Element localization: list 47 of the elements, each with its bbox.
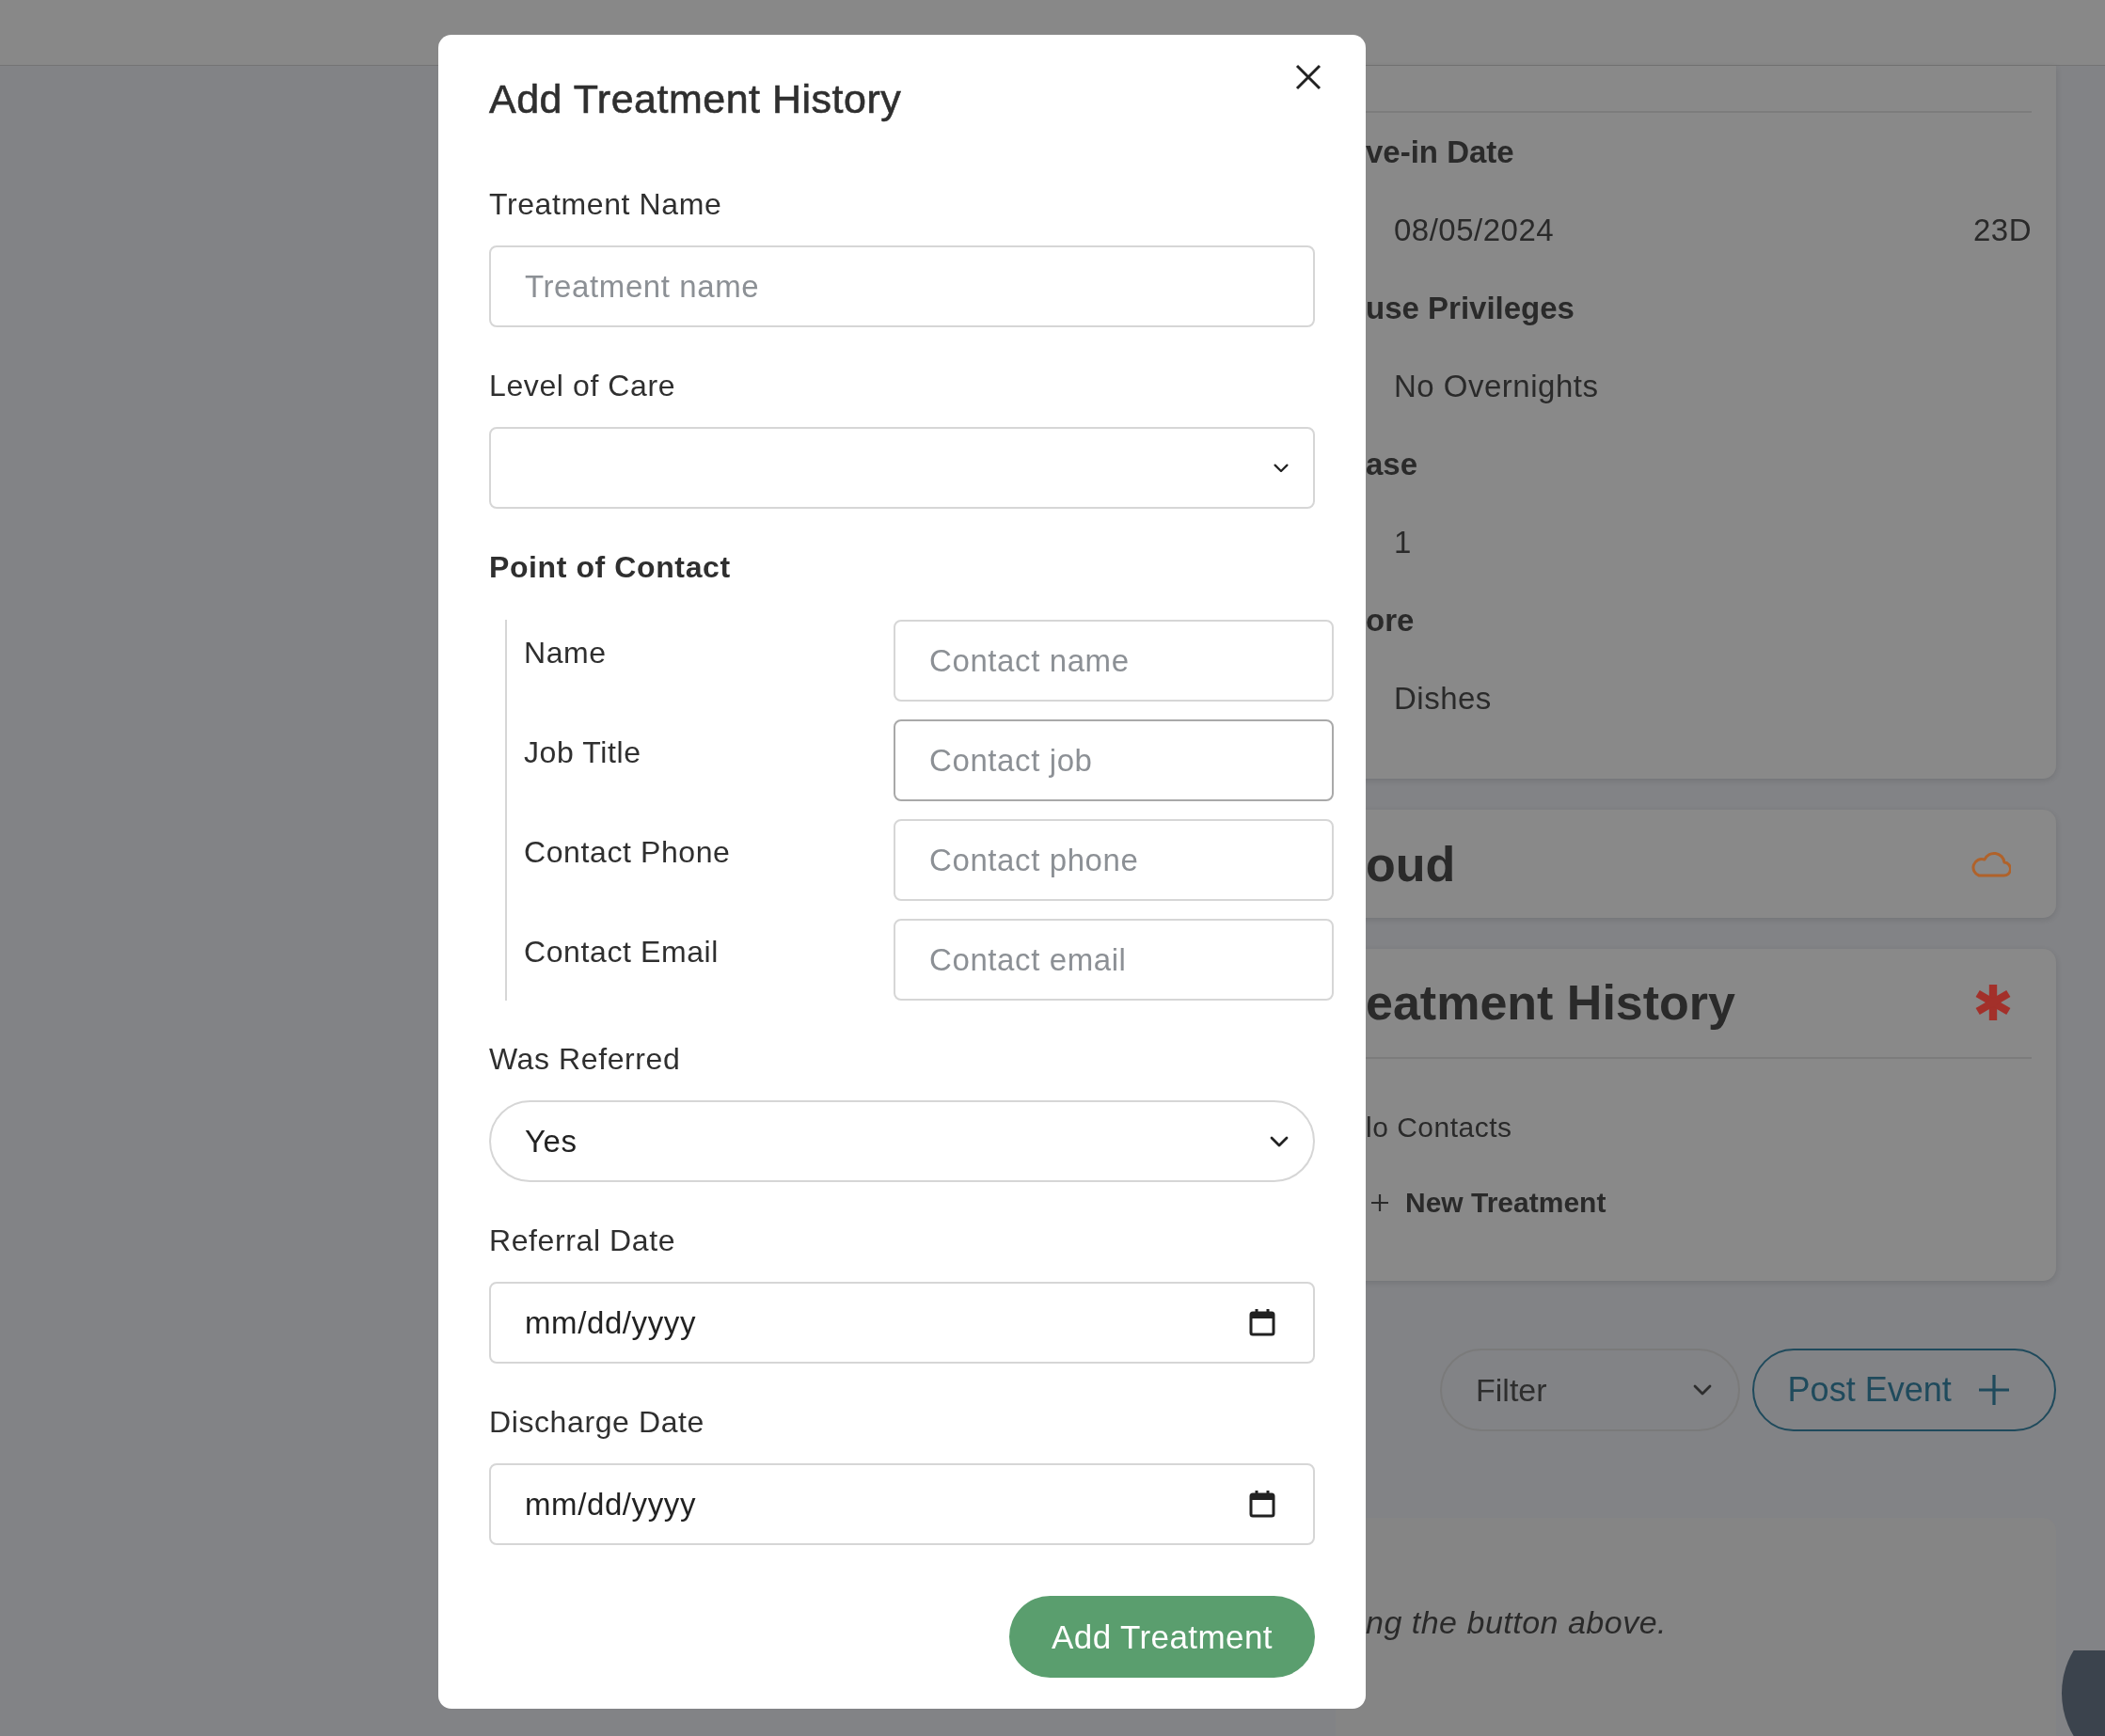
field-label: Discharge Date bbox=[489, 1404, 705, 1441]
post-event-button[interactable]: Post Event bbox=[1751, 1349, 2056, 1431]
select-field[interactable] bbox=[489, 427, 1315, 509]
dialog-title: Add Treatment History bbox=[489, 75, 902, 123]
field-label: Contact Phone bbox=[523, 834, 731, 871]
chevron-icon bbox=[1692, 1384, 1712, 1396]
section-heading: Point of Contact bbox=[489, 549, 732, 586]
field-label: Level of Care bbox=[489, 368, 677, 404]
duration-value: 23D bbox=[1972, 212, 2032, 249]
add-treatment-button[interactable]: Add Treatment bbox=[1009, 1596, 1315, 1678]
field-label: ore bbox=[1366, 602, 1416, 639]
plus-icon bbox=[1371, 1194, 1388, 1211]
asterisk-icon bbox=[1975, 985, 2011, 1020]
calendar-icon bbox=[1249, 1308, 1275, 1336]
field-value: 1 bbox=[1394, 524, 1412, 561]
date-field[interactable]: mm/dd/yyyy bbox=[489, 1463, 1315, 1545]
field-value: No Overnights bbox=[1394, 368, 1599, 405]
date-field[interactable]: mm/dd/yyyy bbox=[489, 1282, 1315, 1364]
plus-icon bbox=[1979, 1375, 2009, 1405]
empty-text: lo Contacts bbox=[1366, 1111, 1513, 1144]
chevron-icon bbox=[1270, 1135, 1289, 1147]
select-field[interactable]: Yes bbox=[489, 1100, 1315, 1182]
card-title: oud bbox=[1366, 835, 1456, 892]
field-label: Treatment Name bbox=[489, 186, 723, 223]
filter-select[interactable]: Filter bbox=[1440, 1349, 1740, 1431]
field-value: Dishes bbox=[1394, 680, 1492, 718]
field-label: ve-in Date bbox=[1366, 134, 1515, 171]
field-label: Contact Email bbox=[523, 934, 719, 971]
field-label: Was Referred bbox=[489, 1041, 682, 1078]
card-title: eatment History bbox=[1366, 974, 1735, 1031]
input-field[interactable]: Treatment name bbox=[489, 245, 1315, 327]
input-field[interactable]: Contact email bbox=[894, 919, 1334, 1001]
phone-button[interactable] bbox=[2060, 1650, 2105, 1736]
new-treatment-button[interactable]: New Treatment bbox=[1405, 1187, 1606, 1219]
field-value: 08/05/2024 bbox=[1394, 212, 1555, 249]
input-field[interactable]: Contact name bbox=[894, 620, 1334, 702]
input-field[interactable]: Contact job bbox=[894, 719, 1334, 801]
input-field[interactable]: Contact phone bbox=[894, 819, 1334, 901]
chevron-icon bbox=[1274, 463, 1289, 473]
cloud-icon bbox=[1970, 850, 2011, 877]
field-label: ase bbox=[1366, 446, 1419, 483]
field-label: Job Title bbox=[523, 734, 641, 771]
field-label: Name bbox=[523, 635, 607, 671]
field-label: use Privileges bbox=[1366, 290, 1575, 327]
field-label: Referral Date bbox=[489, 1223, 677, 1259]
hint-text: ng the button above. bbox=[1366, 1604, 1668, 1640]
calendar-icon bbox=[1249, 1490, 1275, 1518]
